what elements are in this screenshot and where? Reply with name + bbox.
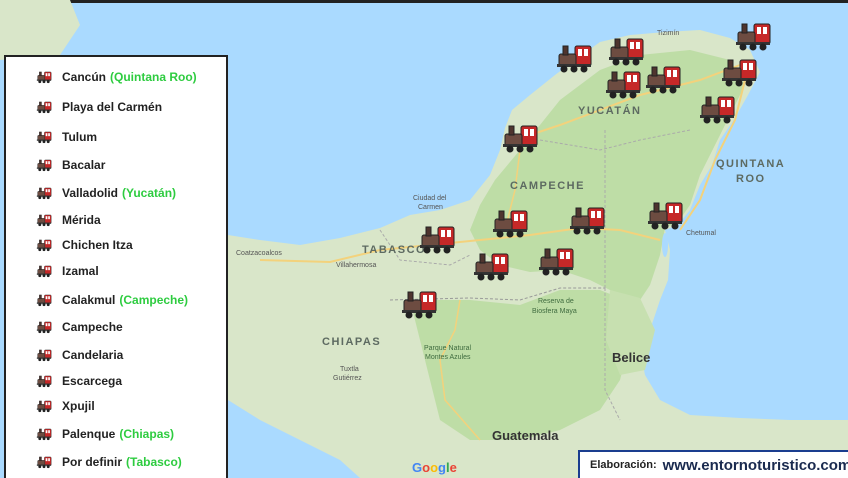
legend-item: Chichen Itza <box>36 237 133 253</box>
land-northwest <box>0 0 80 60</box>
region-label-tabasco: TABASCO <box>362 244 427 256</box>
train-marker-icon[interactable] <box>568 204 606 236</box>
place-tizimin: Tizimín <box>657 30 680 37</box>
train-marker-icon[interactable] <box>555 42 593 74</box>
reserva-2: Biosfera Maya <box>532 308 577 315</box>
legend-item-name: Campeche <box>62 320 123 334</box>
legend-item: Palenque (Chiapas) <box>36 426 174 442</box>
train-icon <box>36 399 52 413</box>
train-icon <box>36 348 52 362</box>
place-tuxtla-1: Tuxtla <box>340 366 359 373</box>
place-villahermosa: Villahermosa <box>336 262 377 269</box>
park-montes-2: Montes Azules <box>425 354 471 361</box>
train-marker-icon[interactable] <box>418 223 456 255</box>
lake-bacalar <box>662 233 668 257</box>
place-ciudad-carmen-2: Carmen <box>418 204 443 211</box>
train-icon <box>36 100 52 114</box>
credit-box: Elaboración: www.entornoturistico.com <box>578 450 848 478</box>
park-montes-1: Parque Natural <box>424 345 472 352</box>
legend-item: Campeche <box>36 319 123 335</box>
legend-item-state: (Quintana Roo) <box>110 70 197 84</box>
train-marker-icon[interactable] <box>400 288 438 320</box>
legend-item-state: (Yucatán) <box>122 186 177 200</box>
train-icon <box>36 158 52 172</box>
country-label-guatemala: Guatemala <box>492 428 559 443</box>
reserva-1: Reserva de <box>538 298 574 305</box>
region-label-chiapas: CHIAPAS <box>322 336 382 348</box>
legend-item-state: (Tabasco) <box>126 455 182 469</box>
place-ciudad-carmen-1: Ciudad del <box>413 195 447 202</box>
legend-item: Bacalar <box>36 157 105 173</box>
legend-item-name: Chichen Itza <box>62 238 133 252</box>
train-marker-icon[interactable] <box>720 56 758 88</box>
legend-item-name: Candelaria <box>62 348 124 362</box>
legend-item: Por definir (Tabasco) <box>36 454 182 470</box>
region-label-quintana: QUINTANA <box>716 158 786 170</box>
google-logo: Google <box>412 460 457 475</box>
legend-item-name: Por definir <box>62 455 123 469</box>
train-marker-icon[interactable] <box>604 68 642 100</box>
train-marker-icon[interactable] <box>734 20 772 52</box>
legend-item-name: Playa del Carmén <box>62 100 163 114</box>
train-marker-icon[interactable] <box>646 199 684 231</box>
place-chetumal: Chetumal <box>686 230 716 237</box>
region-label-roo: ROO <box>736 173 766 185</box>
legend-item-name: Bacalar <box>62 158 106 172</box>
legend-item: Calakmul (Campeche) <box>36 292 188 308</box>
train-icon <box>36 130 52 144</box>
legend-item-name: Mérida <box>62 213 101 227</box>
legend-item: Escarcega <box>36 373 122 389</box>
place-coatzacoalcos: Coatzacoalcos <box>236 250 282 257</box>
train-marker-icon[interactable] <box>698 93 736 125</box>
train-icon <box>36 455 52 469</box>
credit-label: Elaboración: <box>590 459 657 471</box>
country-label-belize: Belice <box>612 350 651 365</box>
train-marker-icon[interactable] <box>491 207 529 239</box>
legend-item-name: Tulum <box>62 130 98 144</box>
train-marker-icon[interactable] <box>537 245 575 277</box>
train-icon <box>36 264 52 278</box>
legend-item-name: Xpujil <box>62 399 95 413</box>
legend-item: Mérida <box>36 212 101 228</box>
legend-item: Valladolid (Yucatán) <box>36 185 176 201</box>
train-icon <box>36 186 52 200</box>
train-icon <box>36 374 52 388</box>
legend-item-name: Izamal <box>62 264 99 278</box>
train-marker-icon[interactable] <box>472 250 510 282</box>
train-icon <box>36 320 52 334</box>
legend-item-name: Calakmul <box>62 293 116 307</box>
legend-item: Candelaria <box>36 347 123 363</box>
legend-panel: Cancún (Quintana Roo) Playa del Carmén Tulu… <box>4 55 228 478</box>
legend-item: Cancún (Quintana Roo) <box>36 69 197 85</box>
legend-item-state: (Chiapas) <box>119 427 175 441</box>
legend-item: Tulum <box>36 129 97 145</box>
train-icon <box>36 293 52 307</box>
train-icon <box>36 427 52 441</box>
region-label-campeche: CAMPECHE <box>510 180 585 192</box>
legend-item-name: Cancún <box>62 70 107 84</box>
train-icon <box>36 238 52 252</box>
place-tuxtla-2: Gutiérrez <box>333 375 362 382</box>
legend-item-state: (Campeche) <box>119 293 189 307</box>
train-marker-icon[interactable] <box>644 63 682 95</box>
train-icon <box>36 213 52 227</box>
legend-item: Izamal <box>36 263 99 279</box>
legend-item: Xpujil <box>36 398 95 414</box>
legend-item-name: Escarcega <box>62 374 123 388</box>
train-marker-icon[interactable] <box>501 122 539 154</box>
legend-item-name: Valladolid <box>62 186 119 200</box>
credit-site-link[interactable]: www.entornoturistico.com <box>663 457 848 474</box>
train-icon <box>36 70 52 84</box>
legend-item-name: Palenque <box>62 427 116 441</box>
legend-item: Playa del Carmén <box>36 99 162 115</box>
train-marker-icon[interactable] <box>607 35 645 67</box>
region-label-yucatan: YUCATÁN <box>578 105 642 117</box>
